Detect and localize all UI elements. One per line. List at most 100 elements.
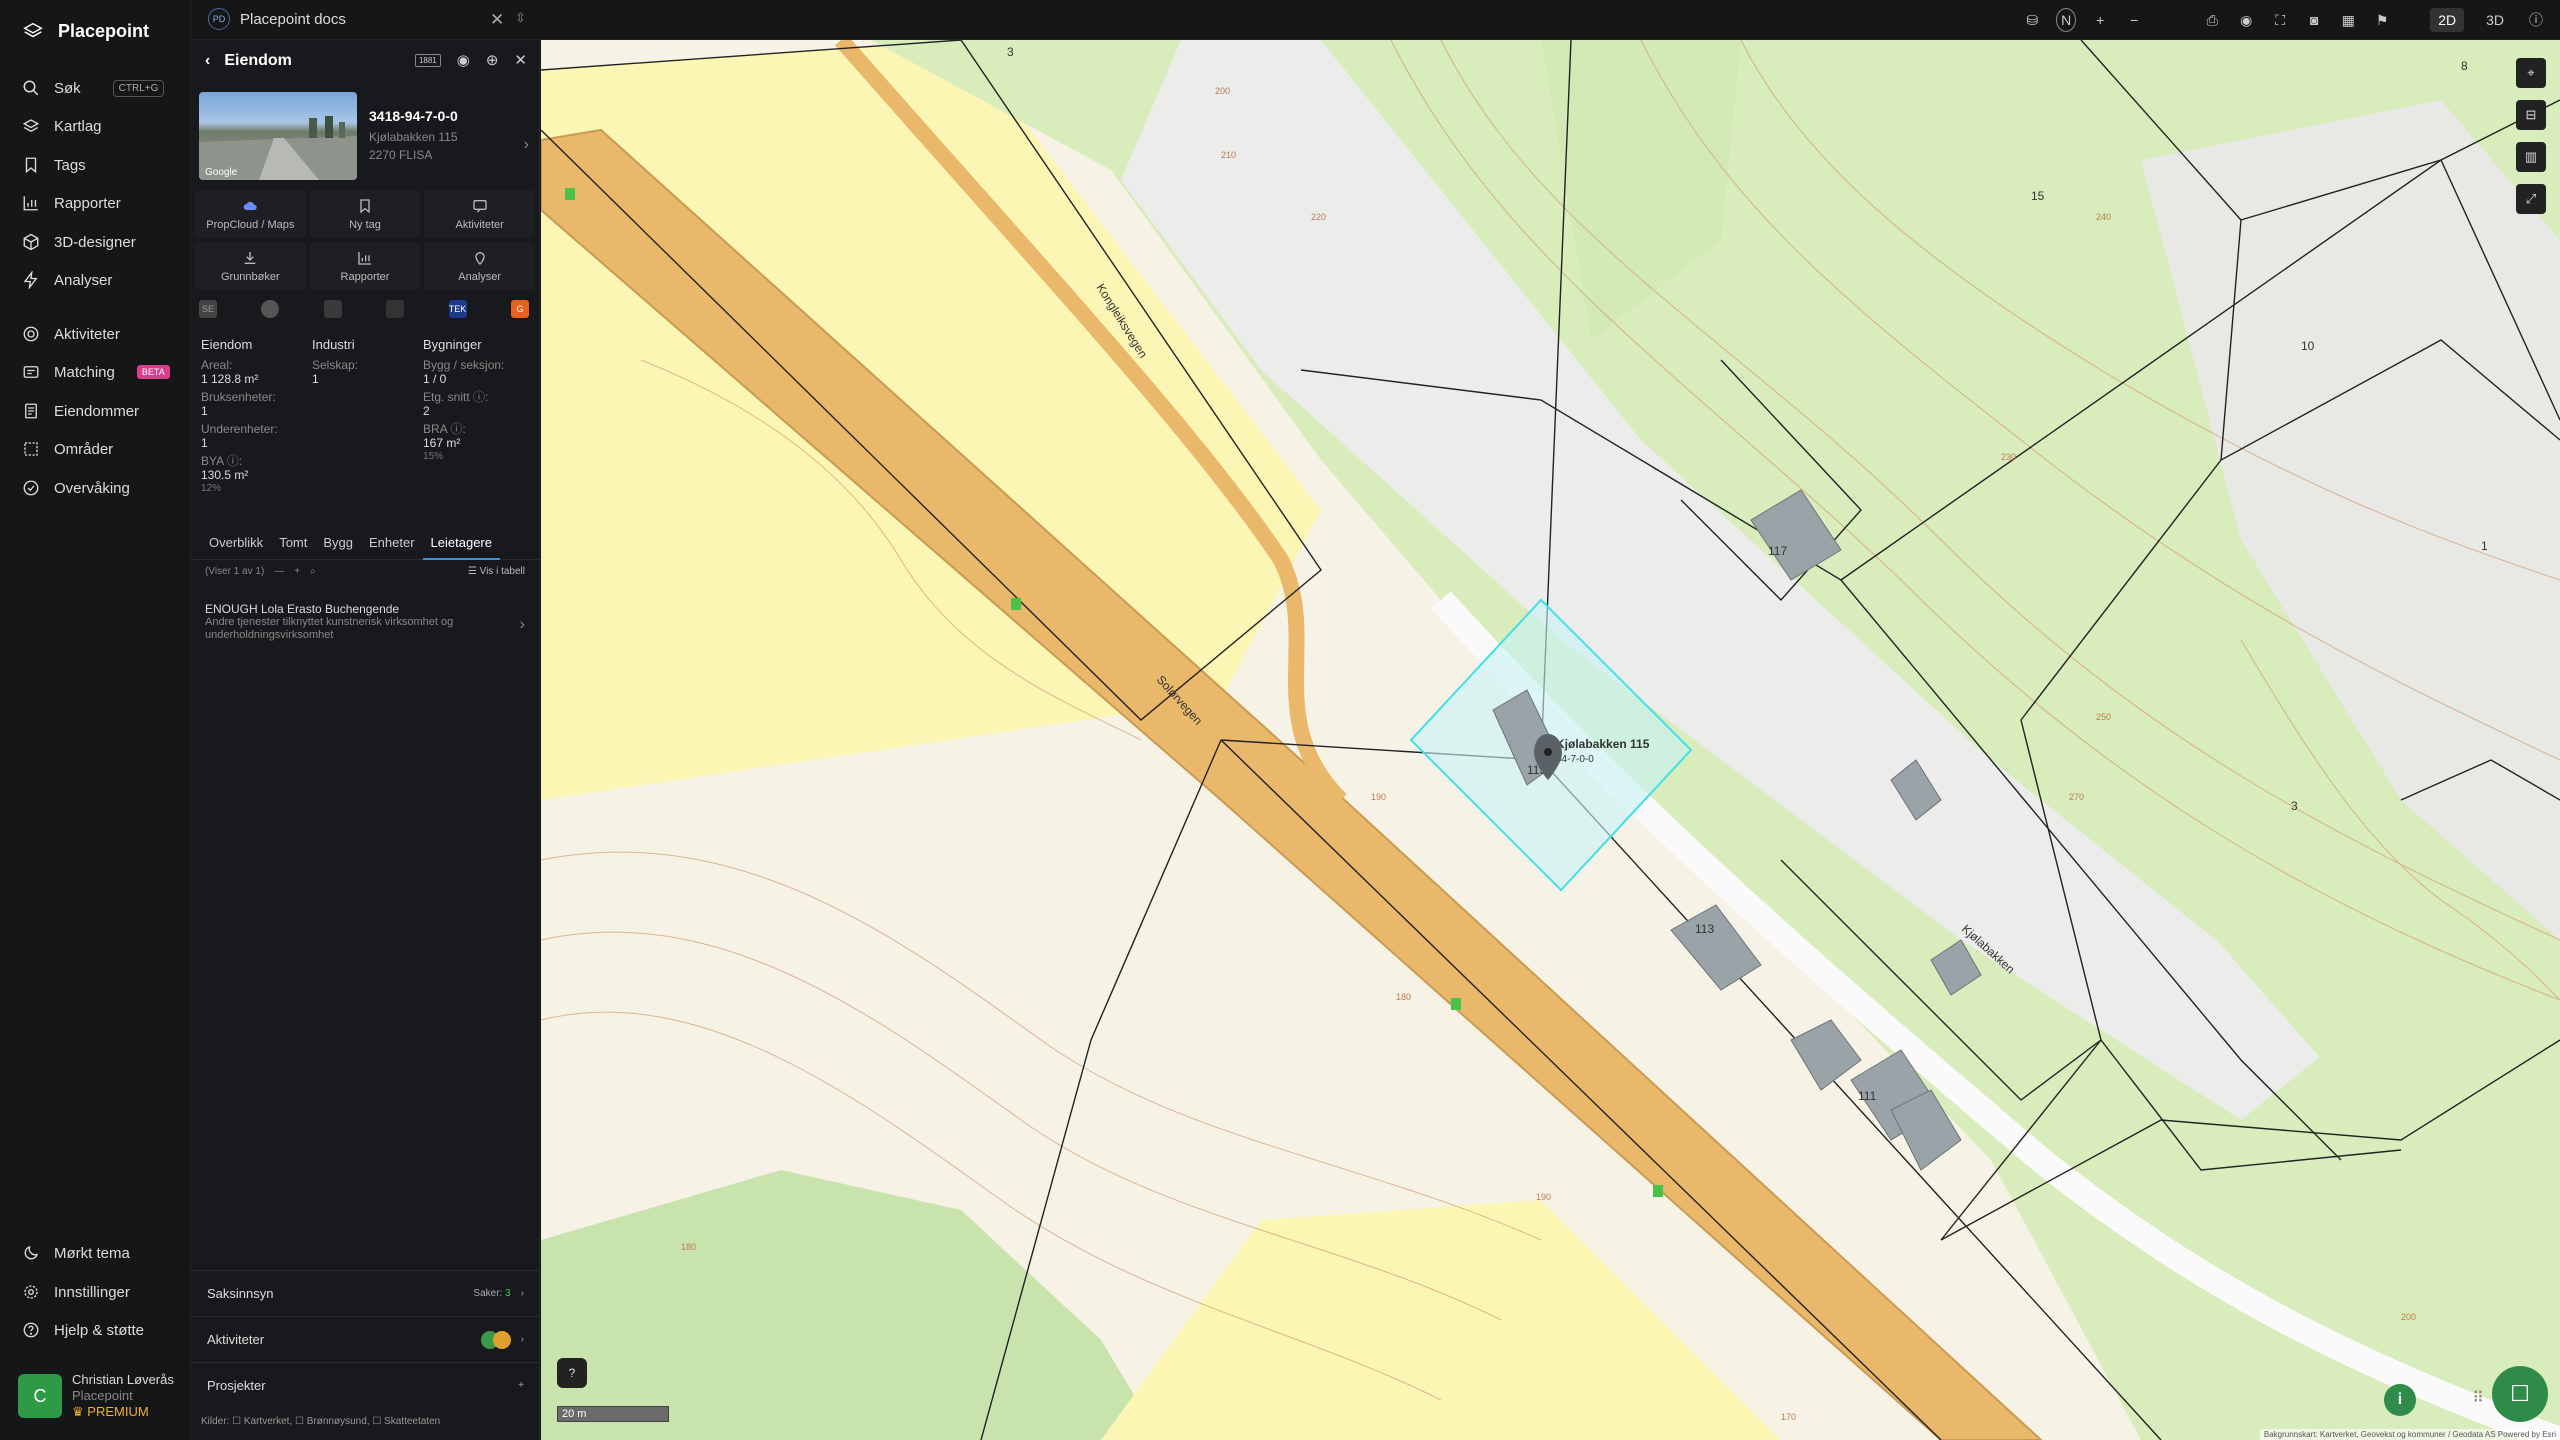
eye-icon[interactable]: ◉	[2236, 12, 2256, 29]
zoom-out-icon[interactable]: −	[2124, 12, 2144, 28]
user-profile[interactable]: C Christian Løverås Placepoint ♛ PREMIUM	[18, 1372, 174, 1420]
info-button[interactable]: i	[2384, 1384, 2416, 1416]
nav-item-matching[interactable]: Matching BETA	[22, 360, 170, 384]
action-label: Analyser	[458, 270, 502, 283]
contour-value: 210	[1221, 150, 1236, 160]
profile-icon[interactable]: ⤢	[2516, 184, 2546, 214]
nav-item-analyses[interactable]: Analyser	[22, 268, 112, 292]
tek-logo-icon[interactable]: TEK	[448, 300, 467, 318]
bookmark-icon[interactable]: ⚑	[2372, 12, 2392, 29]
map-canvas[interactable]: Kongleiksvegen Solørvegen Kjølabakken 11…	[541, 40, 2560, 1440]
grid-icon[interactable]: ▦	[2338, 12, 2358, 29]
moon-icon	[24, 1245, 39, 1260]
stat-label: BYA ⓘ:	[201, 454, 243, 468]
nav-item-dark-theme[interactable]: Mørkt tema	[22, 1241, 130, 1265]
contour-value: 230	[2001, 452, 2016, 462]
se-logo-icon[interactable]: SE	[199, 300, 217, 318]
chart-icon[interactable]: ▥	[2516, 142, 2546, 172]
scale-bar: 20 m	[557, 1406, 669, 1422]
stats-industry: Industri Selskap: 1	[312, 338, 423, 496]
table-view-button[interactable]: ☰ Vis i tabell	[468, 566, 525, 577]
activities-section[interactable]: Aktiviteter ›	[191, 1316, 540, 1362]
land-registry-button[interactable]: Grunnbøker	[195, 242, 306, 290]
projects-section[interactable]: Prosjekter +	[191, 1362, 540, 1408]
building-number: 10	[2301, 339, 2315, 353]
stat-label: Bygg / seksjon:	[423, 358, 505, 372]
tab-units[interactable]: Enheter	[361, 530, 423, 560]
nav-item-monitoring[interactable]: Overvåking	[22, 476, 130, 500]
help-button[interactable]: ?	[557, 1358, 587, 1388]
tab-tenants[interactable]: Leietagere	[422, 530, 500, 560]
minus-icon[interactable]: —	[274, 566, 284, 577]
print-icon[interactable]: ⎙	[2202, 12, 2222, 29]
eye-icon[interactable]: ◉	[457, 51, 470, 69]
bookmark-icon	[360, 198, 370, 213]
propcloud-button[interactable]: PropCloud / Maps	[195, 190, 306, 238]
brand[interactable]: Placepoint	[22, 20, 149, 42]
analyses-button[interactable]: Analyser	[424, 242, 535, 290]
nav-label: 3D-designer	[54, 233, 136, 251]
back-icon[interactable]: ‹	[205, 52, 210, 70]
plus-icon[interactable]: +	[518, 1380, 524, 1391]
case-access-section[interactable]: Saksinnsyn Saker: 3 ›	[191, 1270, 540, 1316]
nav-item-properties[interactable]: Eiendommer	[22, 399, 139, 423]
measure-icon[interactable]: ⊟	[2516, 100, 2546, 130]
activities-button[interactable]: Aktiviteter	[424, 190, 535, 238]
zoom-to-feature-icon[interactable]: ⌖	[2516, 58, 2546, 88]
search-icon[interactable]: ⌕	[310, 566, 316, 577]
list-item[interactable]: ENOUGH Lola Erasto Buchengende Andre tje…	[205, 602, 525, 642]
close-icon[interactable]: ✕	[490, 10, 504, 30]
nav-item-search[interactable]: Søk CTRL+G	[22, 76, 165, 100]
mode-3d-button[interactable]: 3D	[2478, 8, 2512, 32]
building-number: 15	[2031, 189, 2045, 203]
panel-header: ‹ Eiendom	[205, 52, 292, 70]
street-view-photo[interactable]: Google	[199, 92, 357, 180]
shortcut-badge: CTRL+G	[112, 79, 165, 97]
tab-building[interactable]: Bygg	[315, 530, 361, 560]
signal-logo-icon[interactable]	[386, 300, 405, 318]
globe-logo-icon[interactable]	[261, 300, 280, 318]
nav-item-settings[interactable]: Innstillinger	[22, 1280, 130, 1304]
map-side-tools: ⌖ ⊟ ▥ ⤢	[2516, 58, 2546, 214]
tab-overview[interactable]: Overblikk	[201, 530, 271, 560]
camera-icon[interactable]: ◙	[2304, 12, 2324, 28]
zoom-in-icon[interactable]: +	[2090, 12, 2110, 28]
nav-item-help[interactable]: Hjelp & støtte	[22, 1318, 144, 1342]
nav-item-layers[interactable]: Kartlag	[22, 114, 102, 138]
user-name: Christian Løverås	[72, 1372, 174, 1387]
map-svg[interactable]: Kongleiksvegen Solørvegen Kjølabakken 11…	[541, 40, 2560, 1440]
chat-button[interactable]: ☐	[2492, 1366, 2548, 1422]
tab-plot[interactable]: Tomt	[271, 530, 315, 560]
plus-icon[interactable]: +	[294, 566, 300, 577]
compass-button[interactable]: N	[2056, 8, 2077, 32]
g-logo-icon[interactable]: G	[510, 300, 529, 318]
close-icon[interactable]: ✕	[514, 51, 527, 69]
chevron-right-icon: ›	[520, 1288, 524, 1299]
1881-button[interactable]: 1881	[414, 53, 441, 67]
tree-logo-icon[interactable]	[323, 300, 342, 318]
nav-item-tags[interactable]: Tags	[22, 153, 86, 177]
target-icon[interactable]: ⊕	[486, 51, 499, 69]
info-icon[interactable]: ⓘ	[2526, 10, 2546, 30]
bookmark-icon	[25, 157, 37, 174]
fullscreen-icon[interactable]: ⛶	[2270, 12, 2290, 29]
doc-tab[interactable]: PD Placepoint docs	[208, 8, 346, 30]
stat-label: Areal:	[201, 358, 233, 372]
drag-handle-icon[interactable]: ⠿	[2472, 1388, 2484, 1408]
chevron-updown-icon[interactable]: ⇳	[515, 10, 526, 26]
nav-item-reports[interactable]: Rapporter	[22, 191, 121, 215]
gear-icon	[24, 1285, 38, 1299]
brand-name: Placepoint	[58, 20, 150, 41]
chevron-right-icon[interactable]: ›	[524, 136, 529, 154]
mode-2d-button[interactable]: 2D	[2430, 8, 2465, 32]
nav-item-3d-designer[interactable]: 3D-designer	[22, 230, 136, 254]
nav-item-areas[interactable]: Områder	[22, 437, 113, 461]
data-source-logos: SE TEK G	[199, 300, 529, 318]
new-tag-button[interactable]: Ny tag	[309, 190, 421, 238]
building-number: 3	[1007, 45, 1014, 59]
layers-stack-icon[interactable]: ⛁	[2022, 12, 2042, 29]
chevron-right-icon: ›	[520, 1334, 524, 1345]
map-toolbar: ⛁ N + − ⎙ ◉ ⛶ ◙ ▦ ⚑ 2D 3D ⓘ	[2022, 0, 2560, 40]
reports-button[interactable]: Rapporter	[309, 242, 421, 290]
nav-item-activities[interactable]: Aktiviteter	[22, 322, 120, 346]
